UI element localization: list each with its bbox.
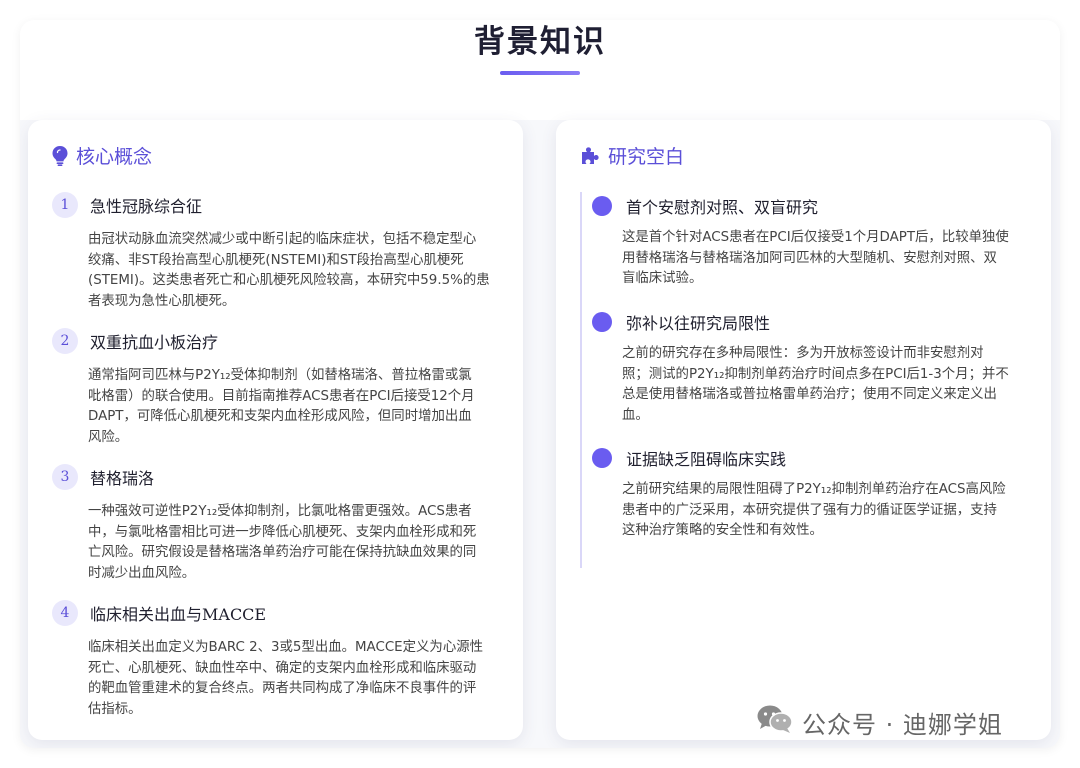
concept-description: 一种强效可逆性P2Y₁₂受体抑制剂，比氯吡格雷更强效。ACS患者 中，与氯吡格雷…	[88, 502, 504, 584]
concept-line: 由冠状动脉血流突然减少或中断引起的临床症状，包括不稳定型心	[88, 232, 477, 247]
gap-description: 之前的研究存在多种局限性：多为开放标签设计而非安慰剂对 照；测试的P2Y₁₂抑制…	[622, 344, 1032, 426]
concept-line: 风险。	[88, 429, 129, 445]
title-underline	[500, 71, 580, 75]
concept-line: 绞痛、非ST段抬高型心肌梗死(NSTEMI)和ST段抬高型心肌梗死	[88, 252, 464, 268]
page-title: 背景知识	[474, 24, 606, 60]
gap-line: 这是首个针对ACS患者在PCI后仅接受1个月DAPT后，比较单独使	[622, 230, 1009, 245]
concept-line: 者表现为急性心肌梗死。	[88, 293, 236, 309]
gap-line: 总是使用替格瑞洛或普拉格雷单药治疗；使用不同定义来定义出	[622, 387, 997, 402]
concept-item-2: 2 双重抗血小板治疗 通常指阿司匹林与P2Y₁₂受体抑制剂（如替格瑞洛、普拉格雷…	[52, 328, 504, 448]
concept-title: 临床相关出血与MACCE	[90, 605, 267, 624]
concept-title: 替格瑞洛	[90, 469, 155, 488]
concept-line: 时减少出血风险。	[88, 565, 196, 581]
gap-item-2: 弥补以往研究局限性 之前的研究存在多种局限性：多为开放标签设计而非安慰剂对 照；…	[592, 310, 1032, 426]
concept-line: 临床相关出血定义为BARC 2、3或5型出血。MACCE定义为心源性	[88, 640, 483, 655]
concept-line: 的靶血管重建术的复合终点。两者共同构成了净临床不良事件的评	[88, 681, 477, 696]
title-area: 背景知识	[20, 20, 1060, 120]
gap-title: 证据缺乏阻碍临床实践	[626, 450, 787, 469]
concept-title: 双重抗血小板治疗	[90, 333, 219, 352]
gap-line: 之前研究结果的局限性阻碍了P2Y₁₂抑制剂单药治疗在ACS高风险	[622, 482, 1006, 497]
concept-item-4: 4 临床相关出血与MACCE 临床相关出血定义为BARC 2、3或5型出血。MA…	[52, 600, 504, 720]
timeline-dot	[592, 312, 612, 332]
concept-item-1: 1 急性冠脉综合征 由冠状动脉血流突然减少或中断引起的临床症状，包括不稳定型心 …	[52, 192, 504, 312]
slide: 背景知识 核心概念 1 急性冠脉综合征 由冠状动脉血流突然减少或中断引起的临床症…	[20, 20, 1060, 748]
concept-line: 一种强效可逆性P2Y₁₂受体抑制剂，比氯吡格雷更强效。ACS患者	[88, 504, 472, 519]
gap-title: 首个安慰剂对照、双盲研究	[626, 198, 819, 217]
lightbulb-icon	[52, 145, 68, 166]
timeline-dot	[592, 448, 612, 468]
gap-item-3: 证据缺乏阻碍临床实践 之前研究结果的局限性阻碍了P2Y₁₂抑制剂单药治疗在ACS…	[592, 446, 1032, 542]
concept-number-badge: 3	[52, 464, 78, 490]
core-concepts-title: 核心概念	[76, 146, 153, 168]
concept-item-3: 3 替格瑞洛 一种强效可逆性P2Y₁₂受体抑制剂，比氯吡格雷更强效。ACS患者 …	[52, 464, 504, 584]
timeline-line	[580, 192, 582, 568]
gap-line: 用替格瑞洛与替格瑞洛加阿司匹林的大型随机、安慰剂对照、双	[622, 250, 997, 266]
concept-line: 中，与氯吡格雷相比可进一步降低心肌梗死、支架内血栓形成和死	[88, 524, 477, 540]
concept-description: 通常指阿司匹林与P2Y₁₂受体抑制剂（如替格瑞洛、普拉格雷或氯 吡格雷）的联合使…	[88, 366, 504, 448]
concept-line: DAPT，可降低心肌梗死和支架内血栓形成风险，但同时增加出血	[88, 409, 472, 424]
concept-title: 急性冠脉综合征	[90, 197, 203, 216]
watermark-text: 公众号 · 迪娜学姐	[802, 710, 1003, 739]
gap-description: 之前研究结果的局限性阻碍了P2Y₁₂抑制剂单药治疗在ACS高风险 患者中的广泛采…	[622, 480, 1032, 542]
concept-line: 亡风险。研究假设是替格瑞洛单药治疗可能在保持抗缺血效果的同	[88, 545, 477, 560]
gap-line: 这种治疗策略的安全性和有效性。	[622, 523, 823, 538]
concept-description: 临床相关出血定义为BARC 2、3或5型出血。MACCE定义为心源性 死亡、心肌…	[88, 638, 504, 720]
concept-number-badge: 1	[52, 192, 78, 218]
puzzle-icon	[580, 146, 600, 166]
concept-line: 死亡、心肌梗死、缺血性卒中、确定的支架内血栓形成和临床驱动	[88, 660, 477, 676]
research-gap-title: 研究空白	[608, 146, 685, 168]
watermark: 公众号 · 迪娜学姐	[756, 704, 1003, 740]
gap-item-1: 首个安慰剂对照、双盲研究 这是首个针对ACS患者在PCI后仅接受1个月DAPT后…	[592, 194, 1032, 290]
core-concepts-header: 核心概念	[52, 142, 152, 169]
timeline-dot	[592, 196, 612, 216]
gap-line: 照；测试的P2Y₁₂抑制剂单药治疗时间点多在PCI后1-3个月；并不	[622, 366, 1009, 382]
concept-line: (STEMI)。这类患者死亡和心肌梗死风险较高，本研究中59.5%的患	[88, 273, 490, 288]
wechat-icon	[756, 704, 794, 740]
gap-title: 弥补以往研究局限性	[626, 314, 771, 333]
concept-line: 通常指阿司匹林与P2Y₁₂受体抑制剂（如替格瑞洛、普拉格雷或氯	[88, 368, 472, 383]
gap-description: 这是首个针对ACS患者在PCI后仅接受1个月DAPT后，比较单独使 用替格瑞洛与…	[622, 228, 1032, 290]
concept-line: 吡格雷）的联合使用。目前指南推荐ACS患者在PCI后接受12个月	[88, 388, 475, 404]
concept-number-badge: 4	[52, 600, 78, 626]
gap-line: 患者中的广泛采用，本研究提供了强有力的循证医学证据，支持	[622, 502, 997, 518]
concept-description: 由冠状动脉血流突然减少或中断引起的临床症状，包括不稳定型心 绞痛、非ST段抬高型…	[88, 230, 504, 312]
gap-line: 血。	[622, 407, 649, 423]
core-concepts-card: 核心概念 1 急性冠脉综合征 由冠状动脉血流突然减少或中断引起的临床症状，包括不…	[28, 120, 523, 740]
concept-line: 估指标。	[88, 701, 142, 717]
research-gap-header: 研究空白	[580, 142, 684, 169]
concept-number-badge: 2	[52, 328, 78, 354]
gap-line: 盲临床试验。	[622, 271, 703, 286]
research-gap-card: 研究空白 首个安慰剂对照、双盲研究 这是首个针对ACS患者在PCI后仅接受1个月…	[556, 120, 1051, 740]
gap-line: 之前的研究存在多种局限性：多为开放标签设计而非安慰剂对	[622, 346, 984, 361]
